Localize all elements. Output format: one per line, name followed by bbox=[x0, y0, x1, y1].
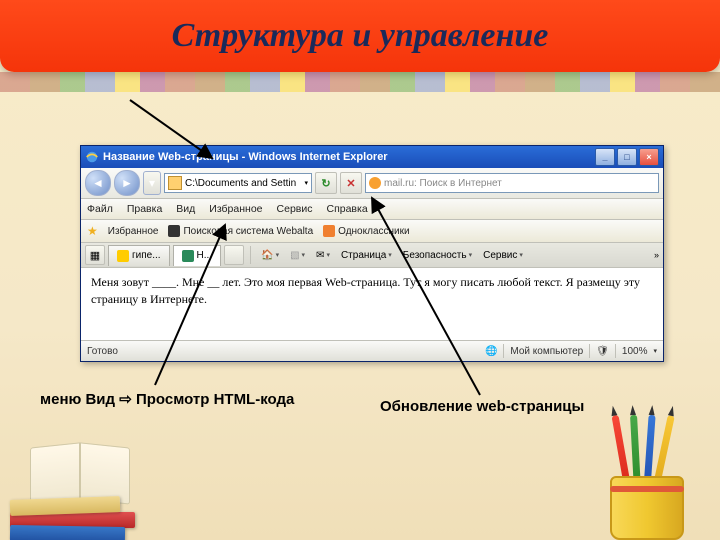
tab-yandex[interactable]: гипе... bbox=[108, 245, 170, 266]
slide-title: Структура и управление bbox=[172, 17, 549, 55]
decorative-books bbox=[0, 440, 170, 540]
new-tab-button[interactable] bbox=[224, 245, 244, 265]
address-bar[interactable]: C:\Documents and Settin ▾ bbox=[164, 173, 312, 193]
favorites-label[interactable]: Избранное bbox=[108, 226, 159, 237]
status-bar: Готово 🌐 Мой компьютер 🛡 100% ▾ bbox=[81, 341, 663, 361]
ie-logo-icon bbox=[85, 150, 99, 164]
page-icon bbox=[168, 176, 182, 190]
favorite-ok-label: Одноклассники bbox=[338, 226, 409, 237]
tab-bar: ▦ гипе... Н... 🏠▾ ▧▾ ✉▾ Страница▾ Безопа… bbox=[81, 243, 663, 268]
quicktabs-button[interactable]: ▦ bbox=[85, 245, 105, 265]
safety-menu[interactable]: Безопасность▾ bbox=[399, 250, 476, 261]
protected-mode-icon: 🛡 bbox=[596, 346, 609, 357]
menu-bar: Файл Правка Вид Избранное Сервис Справка bbox=[81, 199, 663, 220]
page-menu-label: Страница bbox=[341, 250, 386, 261]
menu-edit[interactable]: Правка bbox=[127, 203, 162, 215]
page-menu[interactable]: Страница▾ bbox=[337, 250, 396, 261]
feeds-button[interactable]: ▧▾ bbox=[286, 250, 309, 261]
favorite-webalta-label: Поисковая система Webalta bbox=[183, 226, 313, 237]
close-button[interactable]: × bbox=[639, 148, 659, 166]
separator bbox=[250, 246, 251, 264]
refresh-button[interactable]: ↻ bbox=[315, 172, 337, 194]
menu-view[interactable]: Вид bbox=[176, 203, 195, 215]
search-box[interactable]: mail.ru: Поиск в Интернет bbox=[365, 173, 659, 193]
home-button[interactable]: 🏠▾ bbox=[257, 250, 283, 261]
stop-button[interactable]: ✕ bbox=[340, 172, 362, 194]
tools-menu-label: Сервис bbox=[483, 250, 517, 261]
tools-menu[interactable]: Сервис▾ bbox=[479, 250, 527, 261]
tab-yandex-label: гипе... bbox=[132, 250, 161, 261]
back-button[interactable]: ◄ bbox=[85, 170, 111, 196]
search-placeholder: mail.ru: Поиск в Интернет bbox=[384, 178, 502, 189]
zone-label: Мой компьютер bbox=[510, 346, 583, 357]
url-dropdown-icon[interactable]: ▾ bbox=[304, 179, 308, 187]
window-controls: _ □ × bbox=[595, 148, 659, 166]
window-title: Название Web-страницы - Windows Internet… bbox=[103, 151, 388, 163]
page-text: Меня зовут ____. Мне __ лет. Это моя пер… bbox=[91, 275, 640, 306]
nav-dropdown[interactable]: ▾ bbox=[143, 171, 161, 195]
decorative-books-strip bbox=[0, 72, 720, 92]
browser-window: Название Web-страницы - Windows Internet… bbox=[80, 145, 664, 362]
webalta-icon bbox=[168, 225, 180, 237]
mail-button[interactable]: ✉▾ bbox=[312, 250, 334, 261]
slide-title-bar: Структура и управление bbox=[0, 0, 720, 72]
search-provider-icon bbox=[369, 177, 381, 189]
odnoklassniki-icon bbox=[323, 225, 335, 237]
window-titlebar: Название Web-страницы - Windows Internet… bbox=[81, 146, 663, 168]
minimize-button[interactable]: _ bbox=[595, 148, 615, 166]
favorite-item-webalta[interactable]: Поисковая система Webalta bbox=[168, 225, 313, 237]
url-text: C:\Documents and Settin bbox=[185, 178, 296, 189]
menu-help[interactable]: Справка bbox=[326, 203, 367, 215]
menu-tools[interactable]: Сервис bbox=[277, 203, 313, 215]
tab-current-label: Н... bbox=[197, 250, 213, 261]
favorite-item-odnoklassniki[interactable]: Одноклассники bbox=[323, 225, 409, 237]
annotation-view-menu: меню Вид ⇨ Просмотр HTML-кода bbox=[40, 390, 294, 408]
status-text: Готово bbox=[87, 346, 118, 357]
internet-zone-icon: 🌐 bbox=[485, 346, 497, 357]
page-content: Меня зовут ____. Мне __ лет. Это моя пер… bbox=[81, 268, 663, 341]
rss-icon: ▧ bbox=[290, 250, 299, 261]
yandex-icon bbox=[117, 250, 129, 262]
tab-current[interactable]: Н... bbox=[173, 245, 222, 266]
overflow-chevron-icon[interactable]: » bbox=[654, 250, 659, 260]
forward-button[interactable]: ► bbox=[114, 170, 140, 196]
favorites-bar: ★ Избранное Поисковая система Webalta Од… bbox=[81, 220, 663, 243]
home-icon: 🏠 bbox=[261, 250, 273, 261]
decorative-pencil-cup bbox=[590, 410, 700, 540]
maximize-button[interactable]: □ bbox=[617, 148, 637, 166]
mail-icon: ✉ bbox=[316, 250, 324, 261]
page-tab-icon bbox=[182, 250, 194, 262]
navigation-toolbar: ◄ ► ▾ C:\Documents and Settin ▾ ↻ ✕ mail… bbox=[81, 168, 663, 199]
menu-file[interactable]: Файл bbox=[87, 203, 113, 215]
zoom-label[interactable]: 100% bbox=[622, 346, 648, 357]
safety-menu-label: Безопасность bbox=[403, 250, 467, 261]
menu-favorites[interactable]: Избранное bbox=[209, 203, 262, 215]
annotation-refresh: Обновление web-страницы bbox=[380, 398, 584, 415]
favorites-star-icon: ★ bbox=[87, 224, 98, 238]
